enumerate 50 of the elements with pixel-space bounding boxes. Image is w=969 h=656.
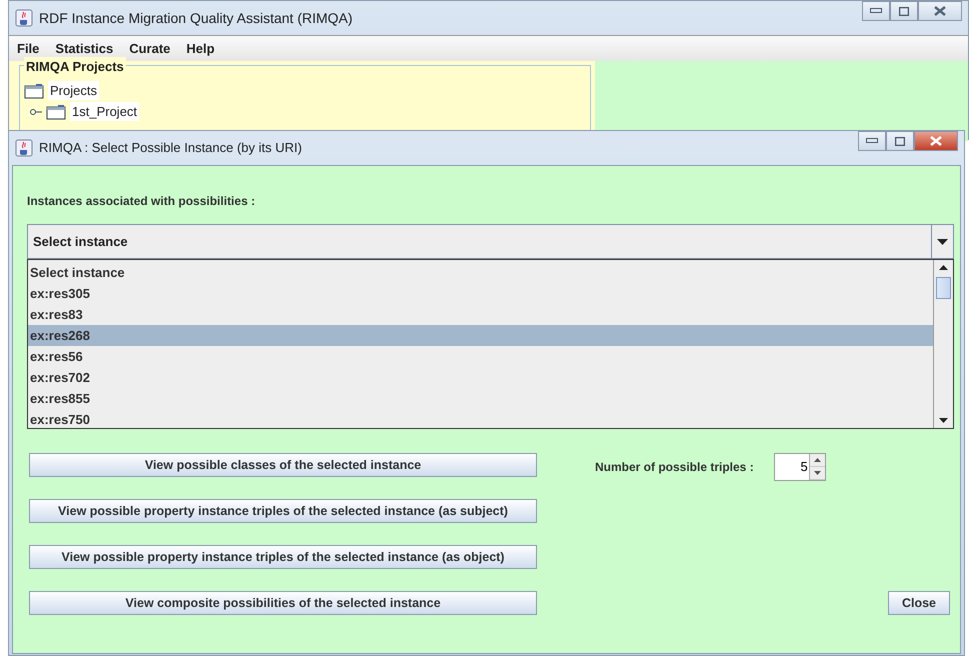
dialog-title: RIMQA : Select Possible Instance (by its URI) (39, 139, 302, 158)
menu-item[interactable]: File (17, 38, 40, 58)
scrollbar[interactable] (933, 260, 953, 428)
action-button[interactable]: View possible property instance triples of the selected instance (as subject) (29, 499, 537, 523)
action-button[interactable]: View possible classes of the selected instance (29, 453, 537, 477)
window-title: RDF Instance Migration Quality Assistant (RIMQA) (39, 8, 353, 28)
minimize-icon (866, 138, 878, 144)
maximize-button[interactable] (890, 1, 918, 21)
dropdown-arrow-icon (937, 238, 948, 244)
maximize-icon (895, 136, 905, 146)
list-item[interactable]: ex:res702 (28, 367, 933, 388)
minimize-icon (870, 8, 882, 14)
close-button[interactable] (918, 1, 962, 21)
minimize-button[interactable] (862, 1, 890, 21)
triples-spinner[interactable]: 5 (774, 453, 826, 481)
scroll-down-icon[interactable] (939, 418, 948, 423)
spin-up-icon[interactable] (814, 458, 821, 462)
action-button[interactable]: View possible property instance triples of the selected instance (as object) (29, 545, 537, 569)
list-item[interactable]: ex:res305 (28, 283, 933, 304)
folder-icon (24, 82, 44, 98)
list-item[interactable]: ex:res750 (28, 409, 933, 430)
panel-title: RIMQA Projects (24, 57, 126, 76)
list-item[interactable]: ex:res855 (28, 388, 933, 409)
list-item[interactable]: ex:res83 (28, 304, 933, 325)
close-button[interactable]: Close (888, 591, 950, 615)
tree-item[interactable]: 1st_Project (70, 102, 140, 122)
menu-item[interactable]: Help (186, 38, 215, 58)
scroll-thumb[interactable] (936, 277, 951, 299)
scroll-up-icon[interactable] (939, 265, 948, 270)
tree-handle-icon[interactable] (30, 108, 42, 116)
list-item[interactable]: ex:res268 (28, 325, 933, 346)
close-icon (930, 136, 942, 146)
tree-item[interactable]: Projects (48, 80, 99, 100)
close-icon (934, 6, 946, 16)
minimize-button[interactable] (858, 131, 886, 151)
java-cup-icon (15, 9, 33, 27)
maximize-button[interactable] (886, 131, 914, 151)
list-item[interactable]: Select instance (28, 262, 933, 283)
folder-icon (46, 104, 66, 120)
spin-down-icon[interactable] (814, 471, 821, 475)
close-button[interactable] (914, 131, 958, 151)
instance-dropdown[interactable]: Select instance (27, 224, 954, 259)
menu-item[interactable]: Curate (129, 38, 170, 58)
triples-label: Number of possible triples : (595, 459, 754, 476)
action-button[interactable]: View composite possibilities of the selected instance (29, 591, 537, 615)
maximize-icon (899, 6, 909, 16)
menu-item[interactable]: Statistics (55, 38, 114, 58)
instances-label: Instances associated with possibilities : (27, 193, 256, 210)
java-cup-icon (15, 139, 33, 157)
list-item[interactable]: ex:res56 (28, 346, 933, 367)
